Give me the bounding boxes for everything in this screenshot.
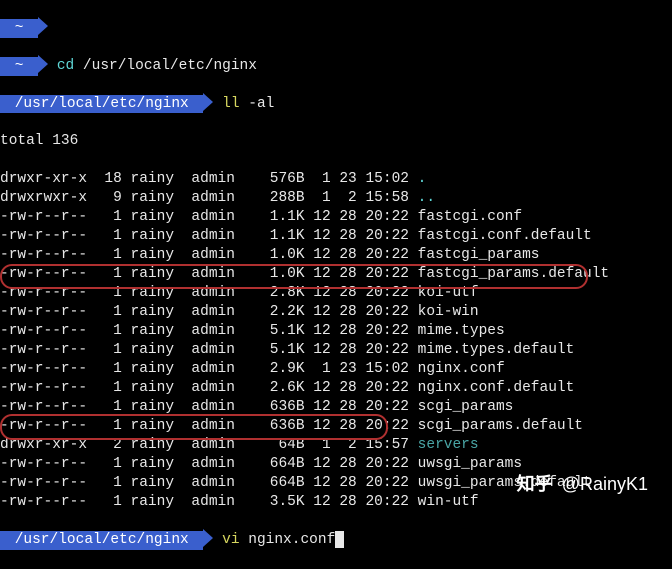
file-row: -rw-r--r-- 1 rainy admin 1.0K 12 28 20:2… [0, 246, 672, 265]
prompt-arrow-icon [203, 93, 213, 111]
prompt-arrow-icon [203, 529, 213, 547]
file-name: scgi_params [418, 399, 514, 415]
watermark: 知乎 @RainyK1 [517, 470, 648, 496]
file-name: .. [418, 190, 435, 206]
file-row: -rw-r--r-- 1 rainy admin 636B 12 28 20:2… [0, 417, 672, 436]
file-meta: -rw-r--r-- 1 rainy admin 1.0K 12 28 20:2… [0, 247, 418, 263]
file-meta: -rw-r--r-- 1 rainy admin 3.5K 12 28 20:2… [0, 494, 418, 510]
file-meta: -rw-r--r-- 1 rainy admin 2.2K 12 28 20:2… [0, 304, 418, 320]
prompt-path: ~ [0, 57, 38, 76]
file-name: fastcgi.conf [418, 209, 522, 225]
total-line: total 136 [0, 132, 672, 151]
file-name: win-utf [418, 494, 479, 510]
file-name: servers [418, 437, 479, 453]
file-row: -rw-r--r-- 1 rainy admin 636B 12 28 20:2… [0, 398, 672, 417]
file-name: fastcgi_params [418, 247, 540, 263]
file-row: drwxr-xr-x 2 rainy admin 64B 1 2 15:57 s… [0, 436, 672, 455]
file-meta: -rw-r--r-- 1 rainy admin 636B 12 28 20:2… [0, 418, 418, 434]
file-name: mime.types.default [418, 342, 575, 358]
file-meta: -rw-r--r-- 1 rainy admin 1.1K 12 28 20:2… [0, 228, 418, 244]
file-meta: -rw-r--r-- 1 rainy admin 5.1K 12 28 20:2… [0, 342, 418, 358]
file-meta: drwxr-xr-x 2 rainy admin 64B 1 2 15:57 [0, 437, 418, 453]
watermark-handle: @RainyK1 [562, 474, 648, 494]
prompt-arrow-icon [38, 55, 48, 73]
command-arg: nginx.conf [248, 532, 335, 548]
file-name: nginx.conf.default [418, 380, 575, 396]
file-name: scgi_params.default [418, 418, 583, 434]
file-meta: -rw-r--r-- 1 rainy admin 1.0K 12 28 20:2… [0, 266, 418, 282]
prompt-path: /usr/local/etc/nginx [0, 95, 203, 114]
file-meta: drwxr-xr-x 18 rainy admin 576B 1 23 15:0… [0, 171, 418, 187]
file-row: -rw-r--r-- 1 rainy admin 2.8K 12 28 20:2… [0, 284, 672, 303]
file-row: -rw-r--r-- 1 rainy admin 2.6K 12 28 20:2… [0, 379, 672, 398]
command-vi: vi [222, 532, 239, 548]
file-row: -rw-r--r-- 1 rainy admin 3.5K 12 28 20:2… [0, 493, 672, 512]
file-meta: -rw-r--r-- 1 rainy admin 1.1K 12 28 20:2… [0, 209, 418, 225]
prompt-path: ~ [0, 19, 38, 38]
file-row: -rw-r--r-- 1 rainy admin 2.2K 12 28 20:2… [0, 303, 672, 322]
file-meta: -rw-r--r-- 1 rainy admin 664B 12 28 20:2… [0, 456, 418, 472]
file-row: -rw-r--r-- 1 rainy admin 5.1K 12 28 20:2… [0, 341, 672, 360]
file-row: drwxr-xr-x 18 rainy admin 576B 1 23 15:0… [0, 170, 672, 189]
command-ll: ll [222, 96, 239, 112]
file-name: . [418, 171, 427, 187]
file-meta: -rw-r--r-- 1 rainy admin 5.1K 12 28 20:2… [0, 323, 418, 339]
file-row: -rw-r--r-- 1 rainy admin 1.1K 12 28 20:2… [0, 208, 672, 227]
command-arg: -al [248, 96, 274, 112]
file-name: fastcgi_params.default [418, 266, 609, 282]
prompt-path: /usr/local/etc/nginx [0, 531, 203, 550]
command-arg: /usr/local/etc/nginx [83, 58, 257, 74]
file-meta: -rw-r--r-- 1 rainy admin 2.9K 1 23 15:02 [0, 361, 418, 377]
file-name: nginx.conf [418, 361, 505, 377]
file-meta: -rw-r--r-- 1 rainy admin 664B 12 28 20:2… [0, 475, 418, 491]
file-row: -rw-r--r-- 1 rainy admin 1.0K 12 28 20:2… [0, 265, 672, 284]
file-row: drwxrwxr-x 9 rainy admin 288B 1 2 15:58 … [0, 189, 672, 208]
file-name: fastcgi.conf.default [418, 228, 592, 244]
file-name: mime.types [418, 323, 505, 339]
text-cursor [335, 531, 344, 548]
zhihu-icon: 知乎 [517, 470, 553, 496]
file-name: uwsgi_params [418, 456, 522, 472]
file-meta: -rw-r--r-- 1 rainy admin 636B 12 28 20:2… [0, 399, 418, 415]
file-name: koi-utf [418, 285, 479, 301]
file-name: koi-win [418, 304, 479, 320]
file-row: -rw-r--r-- 1 rainy admin 5.1K 12 28 20:2… [0, 322, 672, 341]
file-row: -rw-r--r-- 1 rainy admin 2.9K 1 23 15:02… [0, 360, 672, 379]
file-meta: -rw-r--r-- 1 rainy admin 2.6K 12 28 20:2… [0, 380, 418, 396]
file-meta: -rw-r--r-- 1 rainy admin 2.8K 12 28 20:2… [0, 285, 418, 301]
file-listing: drwxr-xr-x 18 rainy admin 576B 1 23 15:0… [0, 170, 672, 512]
file-meta: drwxrwxr-x 9 rainy admin 288B 1 2 15:58 [0, 190, 418, 206]
prompt-arrow-icon [38, 17, 48, 35]
command-cd: cd [57, 58, 74, 74]
file-row: -rw-r--r-- 1 rainy admin 1.1K 12 28 20:2… [0, 227, 672, 246]
